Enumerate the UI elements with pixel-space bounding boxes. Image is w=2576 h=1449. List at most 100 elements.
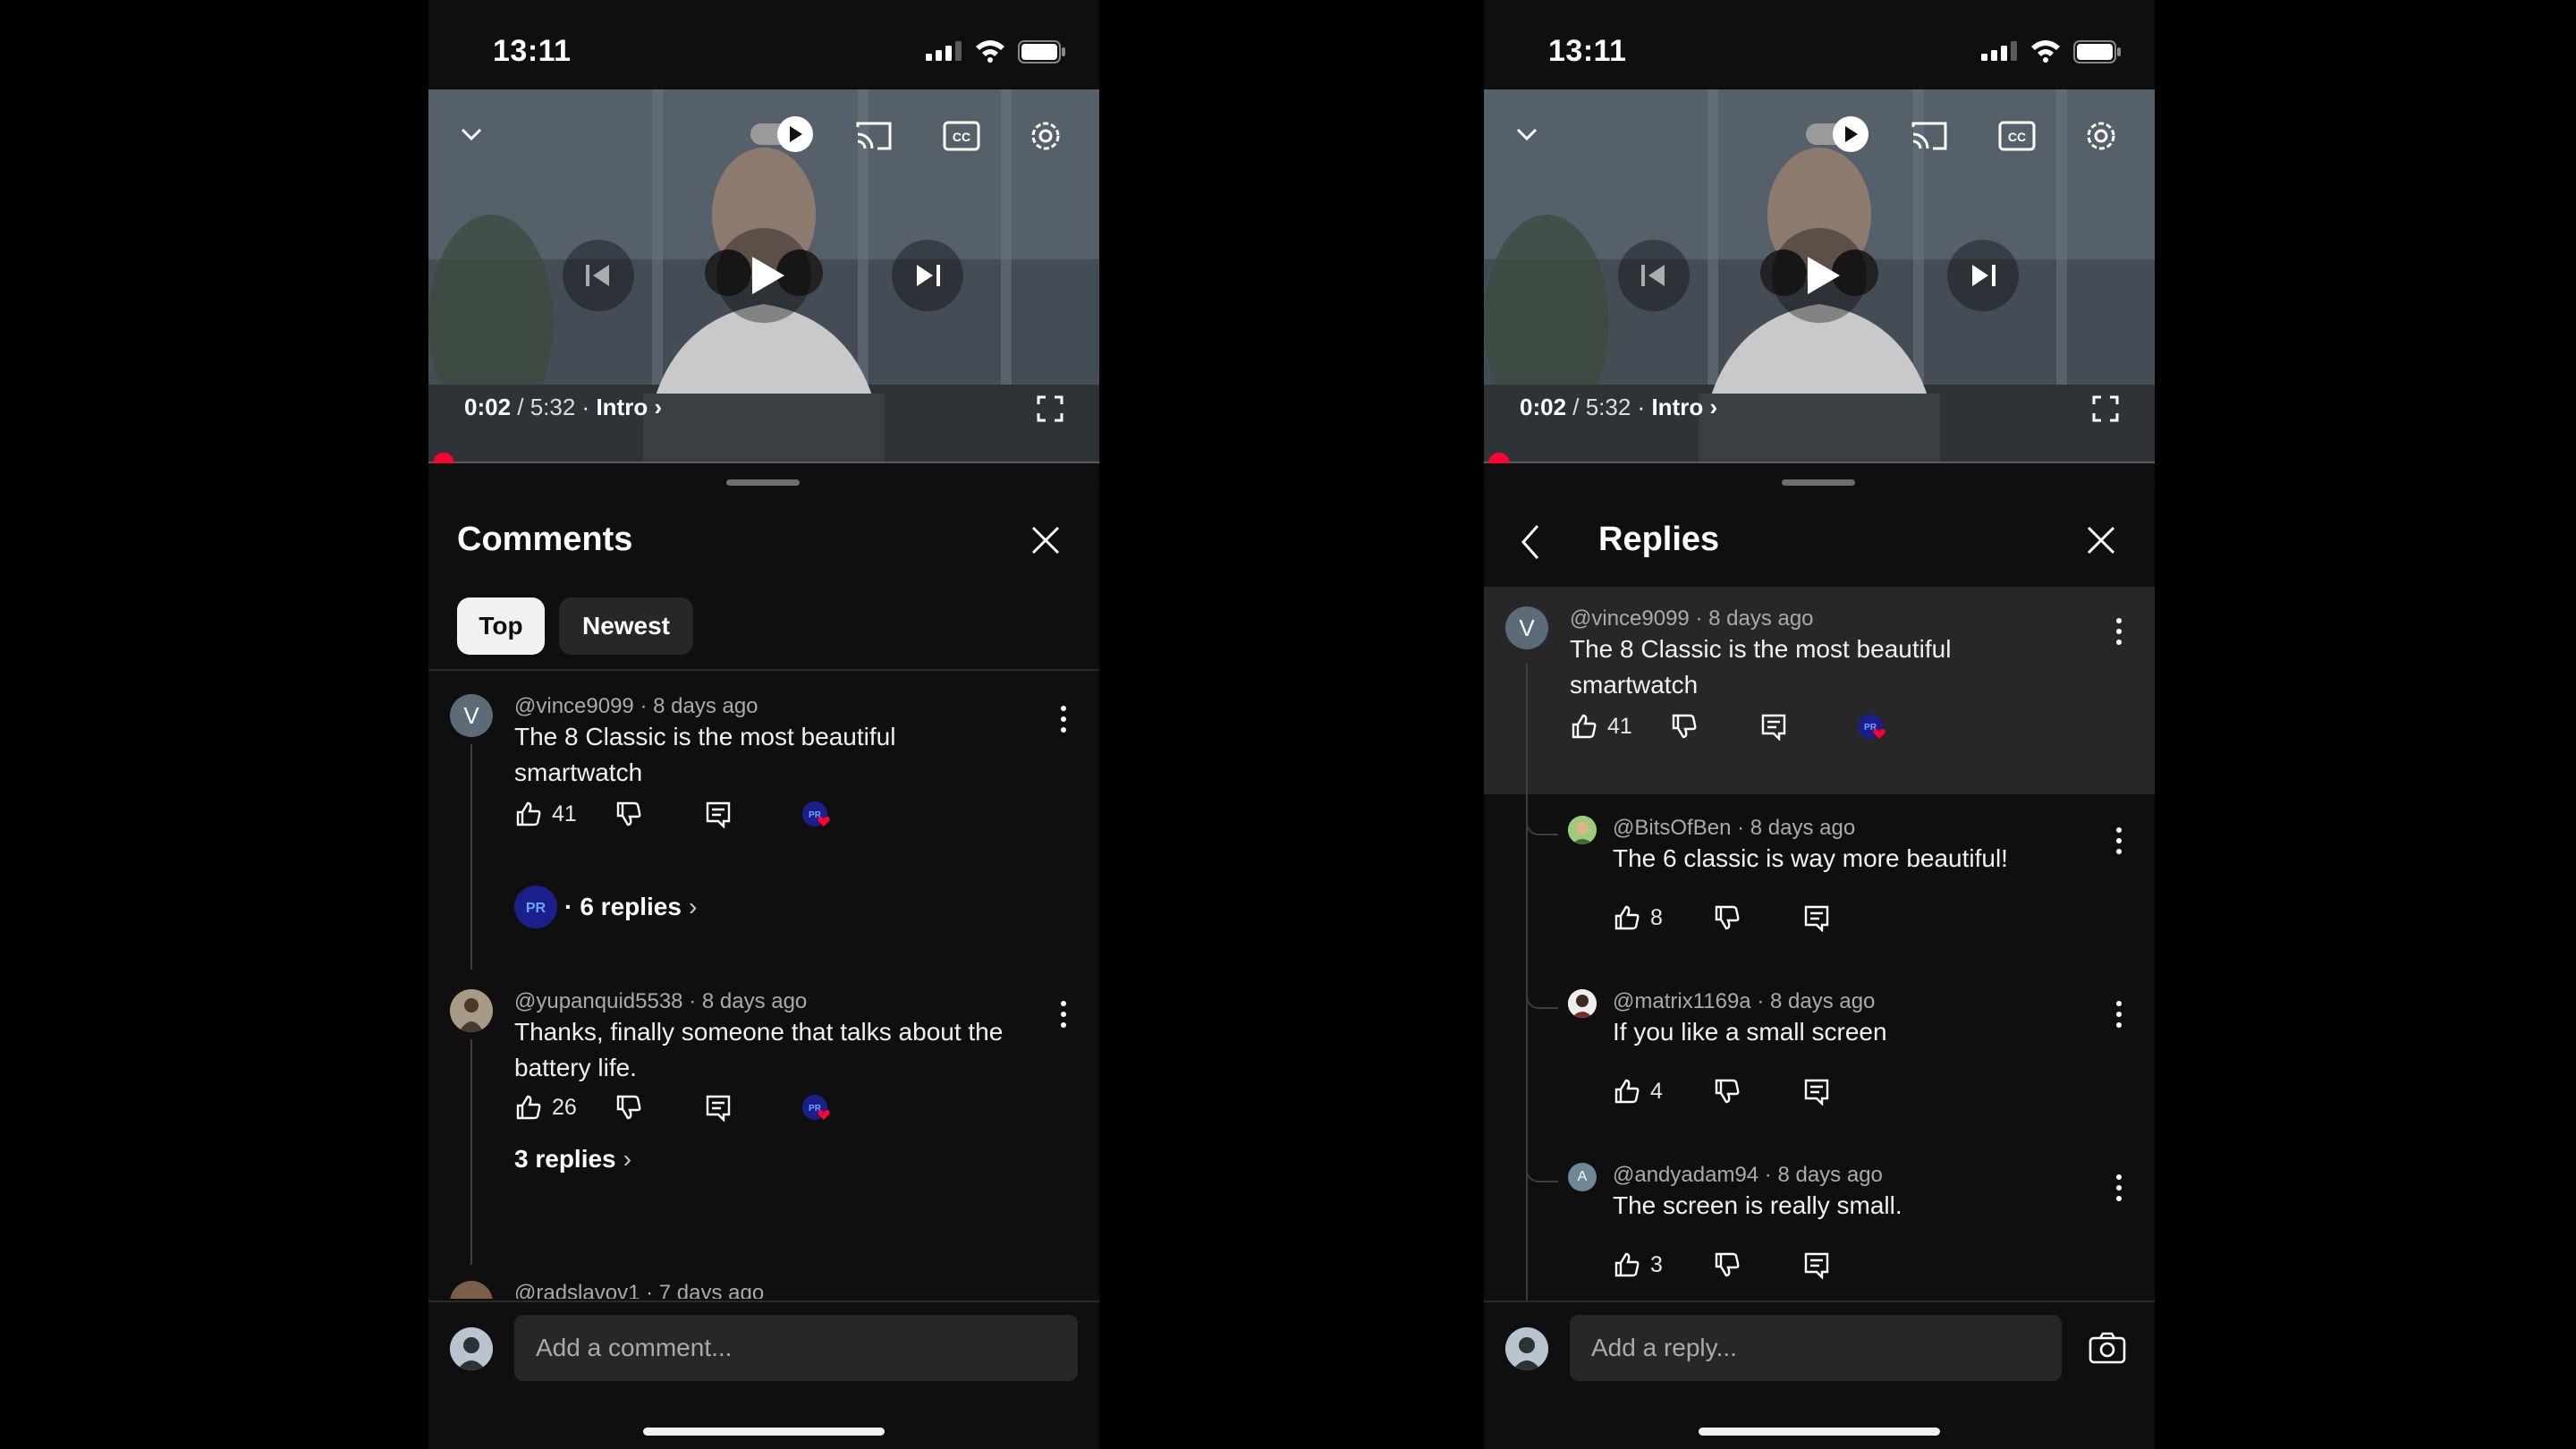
user-photo-icon <box>450 989 493 1032</box>
like-button[interactable]: 4 <box>1613 1077 1663 1106</box>
thumb-down-icon <box>616 801 641 826</box>
reply-button[interactable] <box>1759 712 1788 741</box>
back-icon[interactable] <box>1518 522 1545 562</box>
video-player[interactable]: CC 0:02 / 5:32 · Intro › <box>428 89 1099 463</box>
dislike-button[interactable] <box>614 800 643 828</box>
comment-text: The 6 classic is way more beautiful! <box>1613 844 2008 872</box>
avatar[interactable]: A <box>1568 1163 1597 1191</box>
dislike-button[interactable] <box>1713 903 1741 932</box>
previous-icon[interactable] <box>1618 240 1690 311</box>
reply-button[interactable] <box>704 1093 733 1122</box>
autoplay-toggle-icon[interactable] <box>1804 114 1874 154</box>
dislike-button[interactable] <box>614 1093 643 1122</box>
reply-button[interactable] <box>704 800 733 828</box>
chevron-right-icon: › <box>1709 394 1718 420</box>
creator-heart-icon: PR <box>1858 714 1885 739</box>
video-player[interactable]: CC 0:02 / 5:32 · Intro › <box>1484 89 2155 463</box>
thumb-up-icon <box>1572 714 1597 739</box>
like-button[interactable]: 41 <box>1570 712 1632 741</box>
avatar[interactable] <box>450 989 493 1032</box>
like-count: 41 <box>1607 713 1632 739</box>
comment-author[interactable]: @vince9099 <box>514 694 634 718</box>
duration: 5:32 <box>1585 394 1631 420</box>
drag-handle[interactable] <box>1782 479 1855 486</box>
like-button[interactable]: 3 <box>1613 1250 1663 1279</box>
reply-button[interactable] <box>1802 1077 1831 1106</box>
fullscreen-icon[interactable] <box>1037 395 1063 422</box>
thumb-down-icon <box>616 1095 641 1120</box>
settings-gear-icon[interactable] <box>2081 116 2121 156</box>
drag-handle[interactable] <box>726 479 800 486</box>
wifi-icon <box>2031 40 2060 63</box>
dislike-button[interactable] <box>1713 1250 1741 1279</box>
dislike-button[interactable] <box>1670 712 1699 741</box>
next-icon[interactable] <box>892 240 963 311</box>
comment-author[interactable]: @BitsOfBen <box>1613 816 1731 840</box>
previous-icon[interactable] <box>563 240 634 311</box>
comment-actions: 26 PR <box>514 1093 962 1129</box>
avatar[interactable] <box>450 1281 493 1299</box>
comment-author[interactable]: @radslavov1 <box>514 1281 640 1299</box>
view-replies-link[interactable]: 3 replies › <box>514 1145 631 1174</box>
chevron-down-icon[interactable] <box>455 118 487 150</box>
next-icon[interactable] <box>1947 240 2019 311</box>
avatar[interactable]: V <box>450 694 493 737</box>
comment-text-line: smartwatch <box>514 758 643 786</box>
progress-bar[interactable] <box>1484 453 2155 463</box>
like-button[interactable]: 8 <box>1613 903 1663 932</box>
reply-input[interactable]: Add a reply... <box>1570 1315 2062 1381</box>
cast-icon[interactable] <box>854 118 894 154</box>
settings-gear-icon[interactable] <box>1026 116 1065 156</box>
like-count: 8 <box>1650 904 1663 930</box>
comment-meta: @vince9099 · 8 days ago <box>514 694 758 718</box>
comment-input-bar: Add a comment... <box>428 1301 1099 1449</box>
reply-button[interactable] <box>1802 1250 1831 1279</box>
more-vert-icon[interactable] <box>2110 823 2128 859</box>
progress-bar[interactable] <box>428 453 1099 463</box>
status-bar: 13:11 <box>428 0 1099 89</box>
status-bar: 13:11 <box>1484 0 2155 89</box>
play-icon[interactable] <box>1772 228 1867 323</box>
more-vert-icon[interactable] <box>2110 1170 2128 1206</box>
close-icon[interactable] <box>1028 522 1063 558</box>
tab-newest[interactable]: Newest <box>559 597 693 655</box>
comment-author[interactable]: @andyadam94 <box>1613 1163 1758 1187</box>
thread-line <box>470 744 472 970</box>
user-photo-icon <box>1505 1327 1548 1370</box>
play-icon[interactable] <box>716 228 811 323</box>
creator-heart: PR <box>801 800 836 832</box>
comment-age: 8 days ago <box>653 694 758 718</box>
time-chapter-label[interactable]: 0:02 / 5:32 · Intro › <box>464 394 662 421</box>
captions-icon[interactable]: CC <box>1997 118 2037 154</box>
cast-icon[interactable] <box>1910 118 1949 154</box>
more-vert-icon[interactable] <box>2110 996 2128 1032</box>
avatar[interactable]: V <box>1505 606 1548 649</box>
reply-button[interactable] <box>1802 903 1831 932</box>
tab-top[interactable]: Top <box>457 597 545 655</box>
avatar[interactable] <box>1568 816 1597 844</box>
autoplay-toggle-icon[interactable] <box>749 114 818 154</box>
comments-screen: 13:11 CC 0:02 / 5:32 · Intro › Comments … <box>428 0 1099 1449</box>
fullscreen-icon[interactable] <box>2092 395 2119 422</box>
time-chapter-label[interactable]: 0:02 / 5:32 · Intro › <box>1520 394 1717 421</box>
more-vert-icon[interactable] <box>1055 701 1072 737</box>
time-separator: / <box>1566 394 1586 420</box>
comment-input[interactable]: Add a comment... <box>514 1315 1078 1381</box>
dislike-button[interactable] <box>1713 1077 1741 1106</box>
avatar[interactable] <box>1568 989 1597 1018</box>
more-vert-icon[interactable] <box>1055 996 1072 1032</box>
chevron-down-icon[interactable] <box>1511 118 1543 150</box>
comment-author[interactable]: @vince9099 <box>1570 606 1690 631</box>
like-button[interactable]: 41 <box>514 800 577 828</box>
comment-text: Thanks, finally someone that talks about… <box>514 1014 1003 1086</box>
comment-author[interactable]: @yupanquid5538 <box>514 989 683 1013</box>
view-replies-link[interactable]: PR · 6 replies › <box>514 886 697 928</box>
more-vert-icon[interactable] <box>2110 614 2128 649</box>
reply-connector <box>1526 816 1558 835</box>
camera-icon[interactable] <box>2089 1331 2126 1365</box>
captions-icon[interactable]: CC <box>942 118 981 154</box>
close-icon[interactable] <box>2083 522 2119 558</box>
like-button[interactable]: 26 <box>514 1093 577 1122</box>
reply-icon <box>1804 1079 1829 1106</box>
comment-author[interactable]: @matrix1169a <box>1613 989 1751 1013</box>
